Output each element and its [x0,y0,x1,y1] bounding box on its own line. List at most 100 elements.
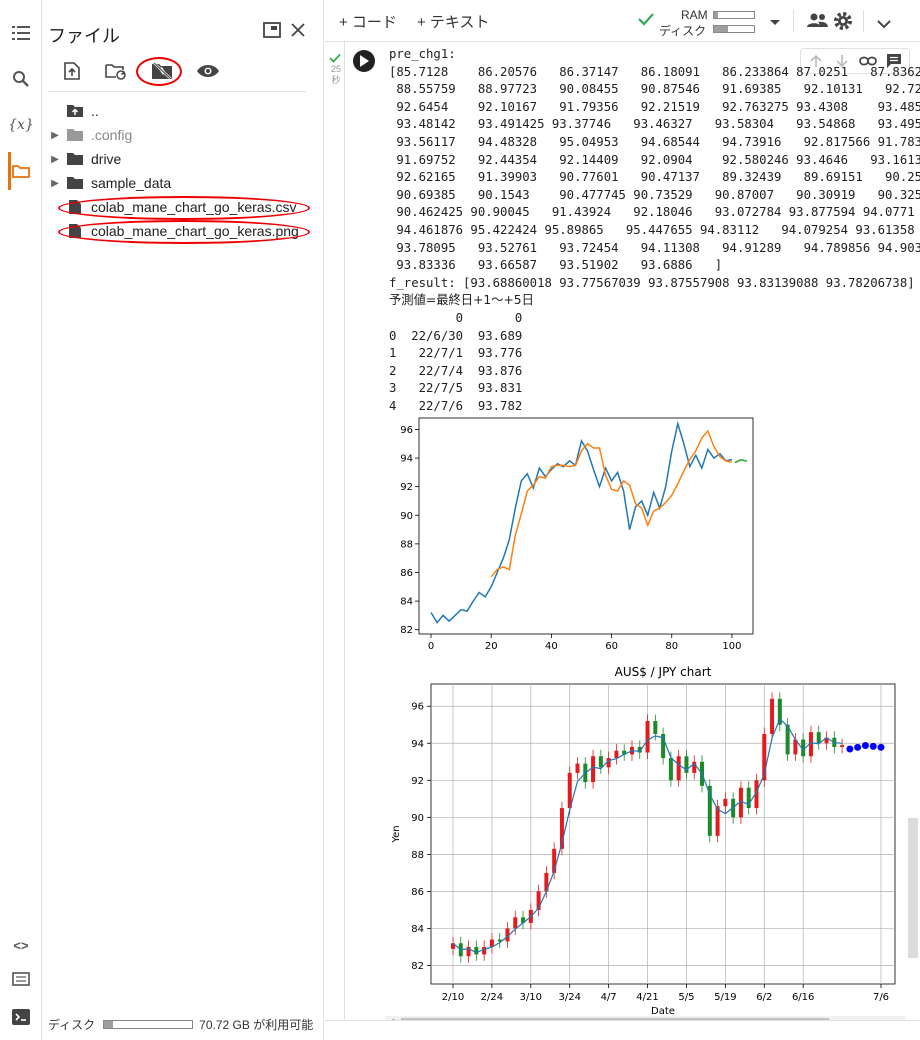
candle-body [816,732,821,744]
vertical-scrollbar-thumb[interactable] [908,818,918,958]
folder-icon [64,152,86,166]
highlight-ring [136,57,182,86]
x-tick-label: 3/10 [520,992,542,1003]
output-line: 3 22/7/5 93.831 [389,381,523,396]
output-line: f_result: [93.68860018 93.77567039 93.87… [389,275,915,290]
left-rail: {x} <> [0,0,42,1040]
notebook-bottom-edge [325,1020,920,1040]
notebook-area: 25 秒 pre_chg1: [85.7128 86.20576 86.37147… [325,42,920,1040]
tree-item-label: .. [91,103,99,119]
terminal-icon[interactable] [4,1000,38,1034]
candle-body [614,750,619,759]
candle-body [575,763,580,773]
x-tick-label: 20 [485,641,498,652]
show-hidden-files-icon[interactable] [194,58,222,84]
x-tick-label: 2/24 [481,992,503,1003]
files-icon[interactable] [4,154,38,188]
tree-item-config[interactable]: ▶ .config [46,124,316,146]
output-line: 2 22/7/4 93.876 [389,363,523,378]
expand-caret-icon[interactable]: ▶ [46,130,64,141]
y-tick-label: 82 [411,961,424,972]
y-tick-label: 94 [411,739,424,750]
forecast-point [846,745,854,753]
settings-gear-icon[interactable] [833,11,853,34]
candle-body [645,721,650,753]
exec-time: 25 秒 [330,64,341,85]
runtime-dropdown-icon[interactable] [769,14,781,30]
x-tick-label: 5/5 [678,992,694,1003]
collapse-chevron-icon[interactable] [877,16,891,32]
x-tick-label: 3/24 [558,992,580,1003]
output-line: 93.56117 94.48328 95.04953 94.68544 94.7… [389,134,920,149]
y-tick-label: 96 [411,702,424,713]
toc-icon[interactable] [4,16,38,50]
candle-body [676,756,681,781]
upload-icon[interactable] [58,58,86,84]
resource-monitor[interactable]: RAM ディスク [637,6,787,38]
x-tick-label: 5/19 [714,992,736,1003]
code-snippets-icon[interactable]: <> [4,928,38,962]
folder-icon [64,128,86,142]
y-axis-label: Yen [391,825,402,843]
divider [793,10,794,32]
y-tick-label: 96 [400,425,413,436]
ram-meter [713,11,755,19]
output-line: 90.69385 90.1543 90.477745 90.73529 90.8… [389,187,920,202]
disk-usage-fill [104,1021,113,1028]
y-tick-label: 92 [411,776,424,787]
output-line: 92.6454 92.10167 91.79356 92.21519 92.76… [389,99,920,114]
disk-usage-bar [103,1020,194,1029]
y-tick-label: 92 [400,482,413,493]
x-tick-label: 6/2 [756,992,772,1003]
forecast-point [861,741,869,749]
expand-caret-icon[interactable]: ▶ [46,154,64,165]
y-tick-label: 88 [400,539,413,550]
forecast-point [877,743,885,751]
divider [863,10,864,32]
cell-output-text: pre_chg1: [85.7128 86.20576 86.37147 86.1… [389,46,920,415]
disk-free-text: 70.72 GB が利用可能 [199,1018,314,1032]
variables-icon[interactable]: {x} [4,108,38,142]
tree-item-parent[interactable]: .. [46,100,316,122]
toolbar-divider [48,91,306,92]
tree-item-label: .config [91,127,133,143]
add-code-button[interactable]: + コード [339,11,397,32]
x-tick-label: 4/21 [636,992,658,1003]
output-line: 予測値=最終日+1～+5日 [389,293,534,308]
files-panel: ファイル .. ▶ .config ▶ drive ▶ sample_data … [42,0,324,1040]
expand-caret-icon[interactable]: ▶ [46,178,64,189]
run-cell-button[interactable] [353,50,375,72]
disk-meter [713,25,755,33]
search-icon[interactable] [4,62,38,96]
y-tick-label: 82 [400,625,413,636]
close-icon[interactable] [286,18,310,42]
add-text-button[interactable]: + テキスト [417,11,489,32]
folder-icon [64,176,86,190]
plot-frame [418,417,754,635]
x-axis-label: Date [651,1006,675,1016]
candle-body [653,721,658,734]
candle-body [770,698,775,734]
share-people-icon[interactable] [807,12,829,31]
candle-body [598,756,603,768]
output-line: 0 22/6/30 93.689 [389,328,523,343]
open-in-tab-icon[interactable] [260,18,284,42]
command-palette-icon[interactable] [4,962,38,996]
candle-body [482,946,487,955]
x-tick-label: 6/16 [792,992,814,1003]
output-line: 1 22/7/1 93.776 [389,346,523,361]
y-tick-label: 84 [400,597,413,608]
disk-meter-fill [714,26,728,32]
disk-meter-label: ディスク [659,24,707,38]
tree-item-drive[interactable]: ▶ drive [46,148,316,170]
tree-item-sample-data[interactable]: ▶ sample_data [46,172,316,194]
refresh-folder-icon[interactable] [102,58,130,84]
x-tick-label: 60 [605,641,618,652]
output-line: 91.69752 92.44354 92.14409 92.0904 92.58… [389,152,920,167]
highlight-ring [58,196,310,220]
output-line: 90.462425 90.90045 91.43924 92.18046 93.… [389,205,915,220]
ram-label: RAM [681,8,708,22]
output-line: 93.83336 93.66587 93.51902 93.6886 ] [389,258,723,273]
output-line: [85.7128 86.20576 86.37147 86.18091 86.2… [389,64,920,79]
folder-up-icon [64,104,86,118]
